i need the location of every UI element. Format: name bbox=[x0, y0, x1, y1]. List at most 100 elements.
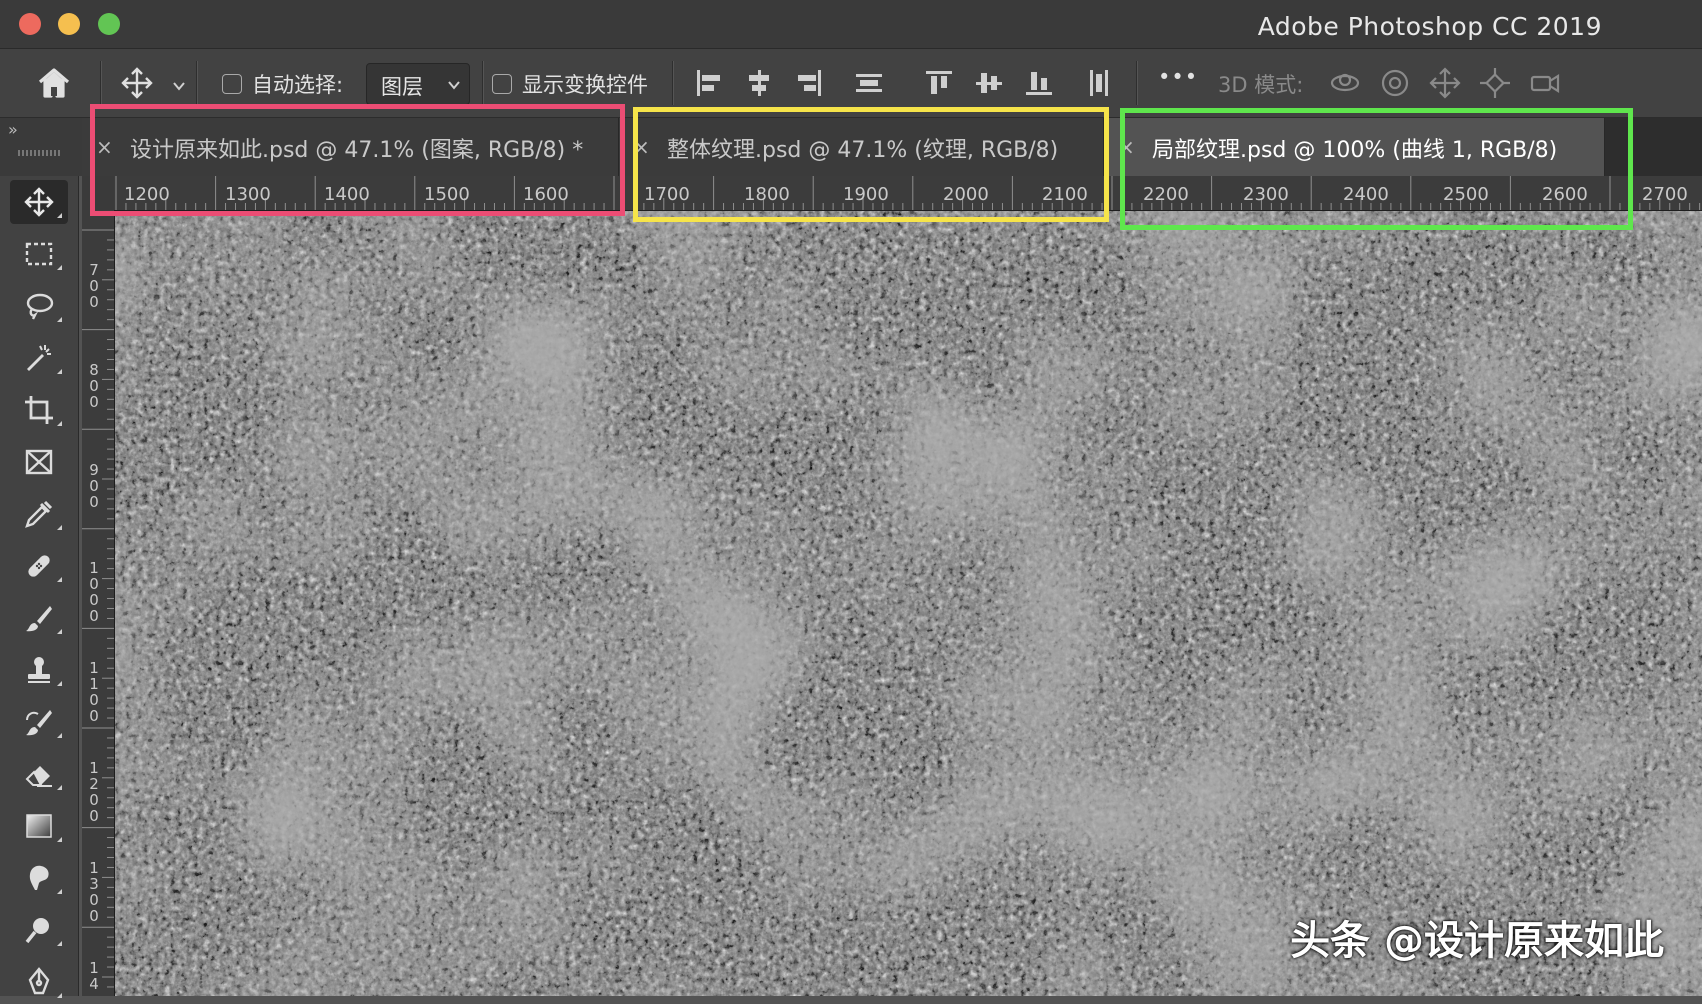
smudge-icon bbox=[29, 865, 49, 890]
close-window-button[interactable] bbox=[19, 13, 41, 35]
distribute-horizontal-icon[interactable] bbox=[1082, 66, 1116, 100]
gradient-tool[interactable] bbox=[10, 804, 68, 848]
close-tab-icon[interactable]: × bbox=[1118, 135, 1135, 159]
tools-panel bbox=[0, 176, 79, 998]
crop-tool[interactable] bbox=[10, 388, 68, 432]
toolbar-header: » bbox=[0, 118, 82, 176]
3d-pan-icon[interactable] bbox=[1428, 66, 1462, 100]
vertical-ruler[interactable]: 700 800 900 1000 1100 1200 1300 14 bbox=[82, 210, 115, 996]
home-icon[interactable] bbox=[36, 66, 72, 100]
ruler-label: 1100 bbox=[89, 659, 99, 725]
align-horizontal-center-icon[interactable] bbox=[742, 66, 776, 100]
align-right-icon[interactable] bbox=[792, 66, 826, 100]
texture-image bbox=[115, 211, 1702, 996]
ruler-label: 2700 bbox=[1642, 184, 1688, 205]
move-icon bbox=[24, 187, 54, 217]
ruler-label: 1000 bbox=[89, 559, 99, 625]
show-transform-checkbox[interactable] bbox=[492, 74, 512, 94]
align-bottom-icon[interactable] bbox=[1022, 66, 1056, 100]
stamp-icon bbox=[28, 657, 50, 683]
tab-document-3[interactable]: × 局部纹理.psd @ 100% (曲线 1, RGB/8) bbox=[1104, 118, 1605, 176]
ruler-label: 1600 bbox=[523, 184, 569, 205]
tab-document-1[interactable]: × 设计原来如此.psd @ 47.1% (图案, RGB/8) * bbox=[82, 118, 619, 176]
app-title: Adobe Photoshop CC 2019 bbox=[1257, 12, 1602, 41]
eraser-tool[interactable] bbox=[10, 752, 68, 796]
lasso-tool[interactable] bbox=[10, 284, 68, 328]
pen-tool[interactable] bbox=[10, 960, 68, 1004]
history-brush-tool[interactable] bbox=[10, 700, 68, 744]
rectangular-marquee-icon bbox=[25, 242, 53, 266]
3d-orbit-icon[interactable] bbox=[1328, 66, 1362, 100]
separator bbox=[672, 61, 674, 105]
ruler-label: 2600 bbox=[1542, 184, 1588, 205]
frame-icon bbox=[25, 449, 53, 475]
ruler-label: 1700 bbox=[644, 184, 690, 205]
gradient-icon bbox=[26, 814, 52, 838]
zoom-window-button[interactable] bbox=[98, 13, 120, 35]
smudge-tool[interactable] bbox=[10, 856, 68, 900]
brush-icon bbox=[26, 606, 52, 632]
dodge-icon bbox=[25, 918, 49, 944]
collapse-panel-button[interactable]: » bbox=[8, 120, 18, 139]
move-tool[interactable] bbox=[10, 180, 68, 224]
3d-slide-icon[interactable] bbox=[1478, 66, 1512, 100]
document-canvas[interactable]: 头条 @设计原来如此 bbox=[115, 211, 1702, 996]
3d-camera-icon[interactable] bbox=[1528, 66, 1562, 100]
ruler-label: 1200 bbox=[124, 184, 170, 205]
watermark: 头条 @设计原来如此 bbox=[1290, 918, 1664, 964]
eraser-icon bbox=[25, 766, 52, 787]
align-vertical-center-icon[interactable] bbox=[972, 66, 1006, 100]
ruler-label: 2100 bbox=[1042, 184, 1088, 205]
marquee-tool[interactable] bbox=[10, 232, 68, 276]
tab-document-2[interactable]: × 整体纹理.psd @ 47.1% (纹理, RGB/8) bbox=[619, 118, 1104, 176]
auto-select-checkbox[interactable] bbox=[222, 74, 242, 94]
ruler-label: 1400 bbox=[324, 184, 370, 205]
tab-title: 整体纹理.psd @ 47.1% (纹理, RGB/8) bbox=[667, 138, 1059, 163]
clone-stamp-tool[interactable] bbox=[10, 648, 68, 692]
close-tab-icon[interactable]: × bbox=[633, 135, 650, 159]
pen-icon bbox=[28, 967, 50, 995]
magic-wand-icon bbox=[27, 345, 51, 371]
document-tabs: × 设计原来如此.psd @ 47.1% (图案, RGB/8) * × 整体纹… bbox=[82, 118, 1702, 176]
brush-tool[interactable] bbox=[10, 596, 68, 640]
ruler-label: 700 bbox=[89, 261, 99, 311]
move-tool-preset-icon[interactable] bbox=[120, 66, 154, 100]
dodge-tool[interactable] bbox=[10, 908, 68, 952]
ruler-label: 1300 bbox=[89, 859, 99, 925]
chevron-down-icon[interactable] bbox=[172, 77, 186, 91]
distribute-vertical-icon[interactable] bbox=[852, 66, 886, 100]
horizontal-ruler[interactable]: 1200 1300 1400 1500 1600 1700 1800 1900 … bbox=[114, 176, 1702, 211]
show-transform-label: 显示变换控件 bbox=[522, 73, 648, 97]
ruler-label: 2500 bbox=[1443, 184, 1489, 205]
ruler-label: 1800 bbox=[744, 184, 790, 205]
ruler-origin[interactable] bbox=[82, 176, 114, 210]
crop-icon bbox=[25, 396, 53, 424]
align-left-icon[interactable] bbox=[692, 66, 726, 100]
ruler-label: 1200 bbox=[89, 759, 99, 825]
auto-select-target-dropdown[interactable]: 图层 bbox=[366, 63, 470, 105]
more-options-button[interactable]: ••• bbox=[1158, 65, 1198, 89]
minimize-window-button[interactable] bbox=[58, 13, 80, 35]
separator bbox=[196, 61, 198, 105]
eyedropper-icon bbox=[25, 500, 53, 528]
tab-title: 设计原来如此.psd @ 47.1% (图案, RGB/8) * bbox=[130, 138, 584, 163]
ruler-label: 1300 bbox=[225, 184, 271, 205]
magic-wand-tool[interactable] bbox=[10, 336, 68, 380]
align-top-icon[interactable] bbox=[922, 66, 956, 100]
3d-roll-icon[interactable] bbox=[1378, 66, 1412, 100]
eyedropper-tool[interactable] bbox=[10, 492, 68, 536]
healing-brush-tool[interactable] bbox=[10, 544, 68, 588]
close-tab-icon[interactable]: × bbox=[96, 135, 113, 159]
title-bar: Adobe Photoshop CC 2019 bbox=[0, 0, 1702, 49]
toolbar-grip[interactable] bbox=[18, 150, 62, 156]
auto-select-label: 自动选择: bbox=[252, 73, 344, 97]
ruler-label: 900 bbox=[89, 461, 99, 511]
bandage-icon bbox=[28, 555, 50, 577]
ruler-label: 1900 bbox=[843, 184, 889, 205]
ruler-label: 800 bbox=[89, 361, 99, 411]
frame-tool[interactable] bbox=[10, 440, 68, 484]
history-brush-icon bbox=[26, 710, 52, 736]
chevron-down-icon bbox=[448, 81, 460, 90]
ruler-label: 2400 bbox=[1343, 184, 1389, 205]
auto-select-target-value: 图层 bbox=[381, 75, 423, 99]
